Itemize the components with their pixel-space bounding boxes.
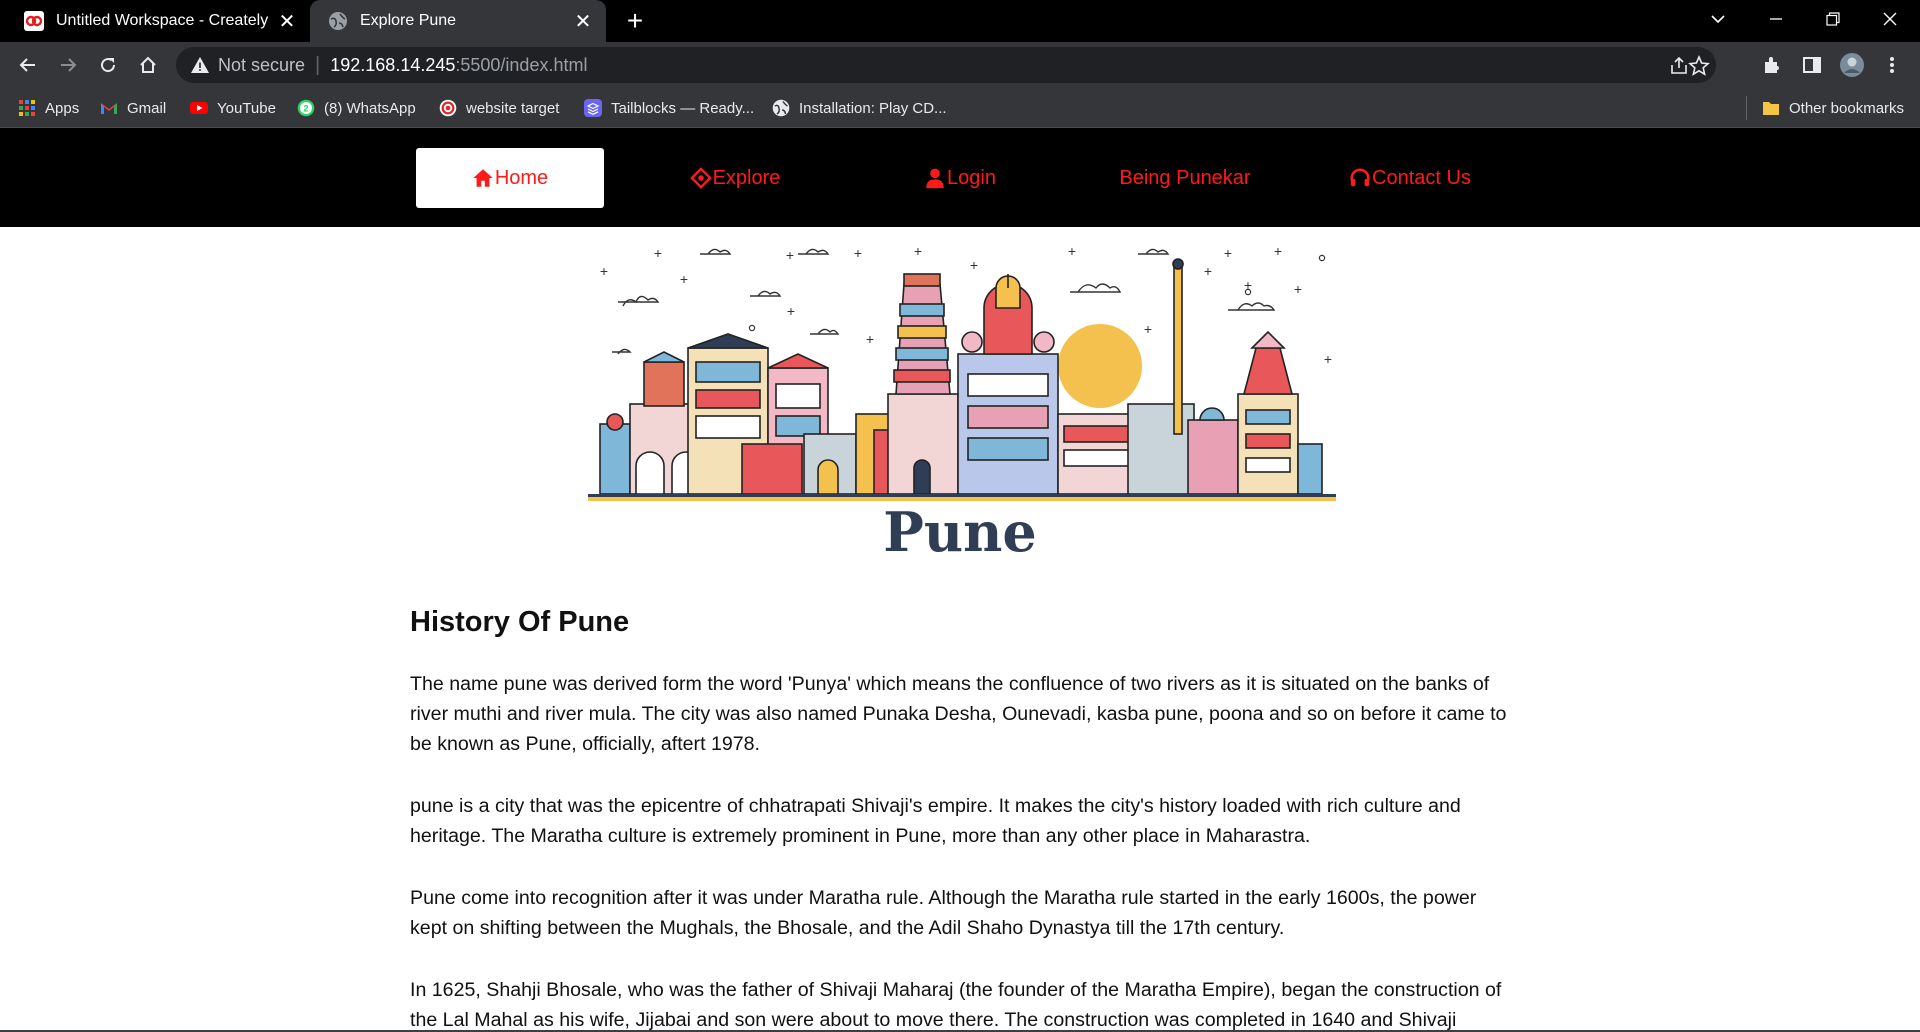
profile-avatar[interactable] [1836, 49, 1868, 81]
nav-explore[interactable]: Explore [641, 148, 829, 208]
bookmark-whatsapp[interactable]: 2 (8) WhatsApp [297, 88, 416, 128]
browser-menu-icon[interactable] [1876, 49, 1908, 81]
other-bookmarks[interactable]: Other bookmarks [1762, 88, 1904, 128]
tab-strip: Untitled Workspace - Creately ✕ Explore … [0, 0, 1920, 42]
paragraph: In 1625, Shahji Bhosale, who was the fat… [410, 979, 1502, 1031]
nav-label: Login [947, 166, 996, 189]
nav-contact-us[interactable]: Contact Us [1316, 148, 1504, 208]
svg-text:+: + [680, 271, 688, 287]
hero-title: Pune [883, 500, 1037, 564]
whatsapp-icon: 2 [297, 99, 315, 117]
svg-text:+: + [914, 244, 922, 259]
bookmark-label: Installation: Play CD... [799, 99, 947, 117]
svg-text:+: + [866, 331, 874, 347]
globe-icon [329, 12, 347, 30]
bookmark-tailblocks[interactable]: Tailblocks — Ready... [584, 88, 754, 128]
nav-label: Explore [712, 166, 781, 189]
site-navbar: Home Explore Login Being Punekar Contact… [0, 128, 1920, 227]
svg-text:+: + [654, 245, 662, 261]
folder-icon [1763, 102, 1779, 115]
address-bar[interactable]: Not secure | 192.168.14.245:5500/index.h… [176, 47, 1716, 83]
bookmark-label: Tailblocks — Ready... [611, 99, 755, 117]
url-separator: | [315, 53, 321, 76]
paragraph: pune is a city that was the epicentre of… [410, 795, 1461, 847]
close-tab-icon[interactable]: ✕ [274, 8, 300, 34]
bookmark-label: Apps [45, 99, 80, 117]
svg-text:+: + [854, 245, 862, 261]
svg-text:+: + [970, 257, 978, 273]
close-tab-icon[interactable]: ✕ [570, 8, 596, 34]
side-panel-icon[interactable] [1796, 49, 1828, 81]
svg-text:+: + [1274, 244, 1282, 259]
bookmark-installation[interactable]: Installation: Play CD... [772, 88, 947, 128]
nav-label: Contact Us [1372, 166, 1471, 189]
paragraph: Pune come into recognition after it was … [410, 887, 1477, 939]
youtube-icon [190, 102, 208, 114]
warning-icon [191, 57, 209, 73]
tab-creately[interactable]: Untitled Workspace - Creately ✕ [0, 0, 310, 42]
bookmark-youtube[interactable]: YouTube [190, 88, 276, 128]
bookmark-label: (8) WhatsApp [324, 99, 416, 117]
restore-icon[interactable] [1805, 0, 1861, 38]
close-window-icon[interactable] [1862, 0, 1918, 38]
tab-title: Untitled Workspace - Creately [56, 12, 269, 29]
gmail-icon [101, 103, 117, 114]
reload-icon[interactable] [92, 49, 124, 81]
nav-login[interactable]: Login [866, 148, 1054, 208]
nav-being-punekar[interactable]: Being Punekar [1091, 148, 1279, 208]
paragraph: The name pune was derived form the word … [410, 673, 1507, 755]
bookmark-label: Gmail [127, 99, 167, 117]
browser-toolbar: Not secure | 192.168.14.245:5500/index.h… [0, 42, 1920, 88]
svg-text:+: + [600, 263, 608, 279]
nav-label: Home [494, 166, 549, 189]
bookmark-star-icon[interactable] [1688, 55, 1710, 77]
svg-text:+: + [1204, 263, 1212, 279]
nav-home[interactable]: Home [416, 148, 604, 208]
other-bookmarks-label: Other bookmarks [1789, 99, 1905, 117]
bookmark-gmail[interactable]: Gmail [100, 88, 166, 128]
globe-icon [772, 99, 790, 117]
tailblocks-icon [584, 99, 602, 117]
compass-icon [689, 167, 712, 189]
svg-text:+: + [1068, 244, 1076, 259]
target-icon [439, 99, 457, 117]
svg-text:+: + [1294, 281, 1302, 297]
tab-explore-pune[interactable]: Explore Pune ✕ [310, 0, 606, 42]
new-tab-button[interactable]: + [618, 5, 652, 36]
nav-label: Being Punekar [1119, 166, 1251, 189]
extensions-icon[interactable] [1756, 49, 1788, 81]
svg-text:+: + [1144, 321, 1152, 337]
forward-icon[interactable] [52, 49, 84, 81]
headset-icon [1350, 168, 1370, 187]
security-label: Not secure [218, 54, 306, 75]
creately-icon [24, 11, 44, 31]
pune-skyline-illustration: +++ +++ +++ +++ +++ +++ [588, 244, 1336, 501]
bookmark-label: YouTube [217, 99, 276, 117]
home-icon [473, 169, 493, 187]
user-icon [926, 168, 944, 189]
bookmark-apps[interactable]: Apps [18, 88, 79, 128]
minimize-icon[interactable] [1748, 0, 1804, 38]
svg-text:+: + [786, 247, 794, 263]
apps-grid-icon [19, 100, 35, 116]
tab-title: Explore Pune [360, 12, 457, 29]
url-path: :5500/index.html [455, 54, 588, 75]
svg-text:2: 2 [303, 104, 308, 114]
home-browser-icon[interactable] [132, 49, 164, 81]
bookmark-website-target[interactable]: website target [439, 88, 559, 128]
section-heading: History Of Pune [410, 606, 630, 638]
bookmark-label: website target [466, 99, 560, 117]
back-icon[interactable] [12, 49, 44, 81]
svg-text:+: + [787, 303, 795, 319]
history-section: History Of Pune The name pune was derive… [410, 606, 1510, 1032]
svg-text:+: + [1324, 351, 1332, 367]
web-page: Home Explore Login Being Punekar Contact… [0, 128, 1920, 1032]
url-host: 192.168.14.245 [330, 54, 456, 75]
svg-text:+: + [1224, 245, 1232, 261]
bookmarks-bar: Apps Gmail YouTube 2 (8) WhatsApp websit… [0, 88, 1920, 128]
bookmarks-divider [1746, 96, 1747, 120]
tab-search-icon[interactable] [1690, 0, 1746, 38]
share-icon[interactable] [1668, 55, 1690, 77]
